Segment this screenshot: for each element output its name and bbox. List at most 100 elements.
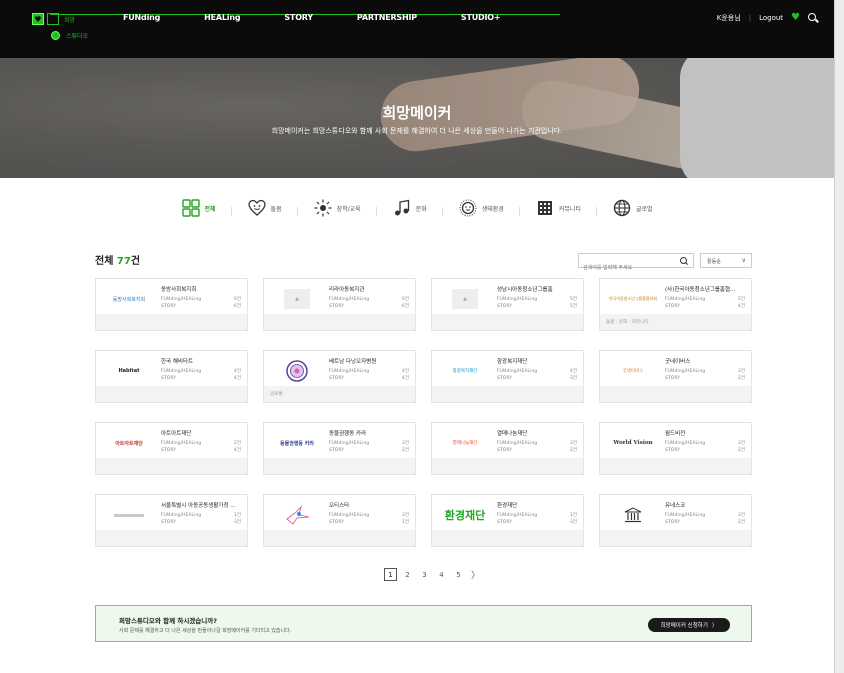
- funding-count: 3건: [737, 441, 745, 446]
- nav-funding[interactable]: FUNding: [123, 13, 160, 22]
- user-name[interactable]: K윤용님: [717, 13, 741, 23]
- page-3[interactable]: 3: [418, 568, 431, 581]
- maker-name: 월드비전: [665, 431, 686, 437]
- story-count: 2건: [401, 448, 409, 453]
- story-count: 2건: [737, 376, 745, 381]
- story-count-row: STORY 2건: [665, 520, 745, 525]
- category-label: 커뮤니티: [558, 205, 581, 213]
- maker-card[interactable]: 동방사회복지회 동방사회복지회 FUNding/HEALing 6건 STORY 6건: [95, 278, 248, 331]
- search-box: [578, 253, 694, 275]
- nav-partnership[interactable]: PARTNERSHIP: [357, 13, 417, 22]
- apply-maker-button[interactable]: 희망메이커 신청하기 〉: [648, 618, 730, 632]
- maker-card[interactable]: 굿네이버스 굿네이버스 FUNding/HEALing 3건 STORY 2건: [599, 350, 752, 403]
- maker-card[interactable]: 서울특별시 아동공동생활가정 ... FUNding/HEALing 1건 STORY…: [95, 494, 248, 547]
- maker-tags: 돌봄 · 문화 · 커뮤니티: [600, 314, 751, 330]
- nav-studio-plus[interactable]: STUDIO+: [461, 13, 501, 22]
- maker-logo-text: 굿네이버스: [622, 369, 644, 374]
- search-icon[interactable]: [680, 257, 688, 265]
- maker-card[interactable]: 동물권행동 카라 동물권행동 카라 FUNding/HEALing 3건 STORY 2건: [263, 422, 416, 475]
- maker-logo-text: 항광복지재단: [452, 369, 478, 374]
- hospital-seal-icon: [286, 360, 308, 382]
- maker-logo: 환경재단: [438, 501, 492, 529]
- maker-logo-text: 한국아동청소년그룹홈협의회: [609, 296, 657, 301]
- globe-icon: [613, 199, 631, 217]
- maker-card[interactable]: 유네스코 FUNding/HEALing 3건 STORY 2건: [599, 494, 752, 547]
- maker-logo: World Vision: [606, 429, 660, 457]
- maker-tags: 글로벌: [264, 386, 415, 402]
- logo-heart-box: ♥: [32, 13, 44, 25]
- nav-story[interactable]: STORY: [284, 13, 313, 22]
- maker-tags: [600, 530, 751, 546]
- maker-card[interactable]: ▲ 리라아동복지관 FUNding/HEALing 6건 STORY 6건: [263, 278, 416, 331]
- funding-count-row: FUNding/HEALing 6건: [329, 297, 409, 302]
- maker-card[interactable]: 베트남 다낭오자병원 FUNding/HEALing 4건 STORY 4건 글로벌: [263, 350, 416, 403]
- maker-card[interactable]: Habitat 한국 해비타트 FUNding/HEALing 4건 STORY 4건: [95, 350, 248, 403]
- search-icon[interactable]: [808, 12, 818, 23]
- page: ♥ 희망 스튜디오 FUNding HEALing STORY PARTNERS…: [0, 0, 834, 673]
- story-count-row: STORY 4건: [161, 448, 241, 453]
- maker-tags: [96, 458, 247, 474]
- window-scrollbar[interactable]: [834, 0, 844, 673]
- maker-name: 열매나눔재단: [497, 431, 528, 437]
- maker-card[interactable]: World Vision 월드비전 FUNding/HEALing 3건 STORY 2건: [599, 422, 752, 475]
- page-4[interactable]: 4: [435, 568, 448, 581]
- funding-count: 3건: [401, 513, 409, 518]
- category-education[interactable]: 장학/교육: [296, 199, 377, 217]
- maker-name: 한국 해비타트: [161, 359, 194, 365]
- maker-card[interactable]: 열매나눔재단 열매나눔재단 FUNding/HEALing 3건 STORY 2건: [431, 422, 584, 475]
- maker-card[interactable]: 아트아트재단 아트아트재단 FUNding/HEALing 2건 STORY 4건: [95, 422, 248, 475]
- category-culture[interactable]: 문화: [375, 199, 443, 217]
- funding-count: 1건: [569, 513, 577, 518]
- maker-logo: 아트아트재단: [102, 429, 156, 457]
- sun-icon: [314, 199, 332, 217]
- funding-count: 4건: [401, 369, 409, 374]
- maker-name: 아트아트재단: [161, 431, 192, 437]
- maker-card[interactable]: 환경재단 환경재단 FUNding/HEALing 1건 STORY 3건: [431, 494, 584, 547]
- maker-name: 환경재단: [497, 503, 518, 509]
- category-community[interactable]: 커뮤니티: [518, 199, 597, 217]
- category-global[interactable]: 글로벌: [595, 199, 669, 217]
- star-figure-icon: [286, 505, 310, 525]
- maker-card[interactable]: ▲ 성남시아동청소년그룹홈 FUNding/HEALing 5건 STORY 5건: [431, 278, 584, 331]
- maker-tags: [432, 458, 583, 474]
- image-placeholder-icon: ▲: [284, 289, 310, 309]
- image-placeholder-icon: ▲: [452, 289, 478, 309]
- building-icon: [537, 201, 552, 215]
- maker-card[interactable]: 오티스타 FUNding/HEALing 3건 STORY 1건: [263, 494, 416, 547]
- maker-tags: [264, 314, 415, 330]
- page-1[interactable]: 1: [384, 568, 397, 581]
- page-2[interactable]: 2: [401, 568, 414, 581]
- logo-dot: [51, 30, 60, 40]
- maker-name: 동방사회복지회: [161, 287, 197, 293]
- sort-select[interactable]: 활동순 ∨: [700, 253, 752, 268]
- category-care[interactable]: 돌봄: [230, 199, 298, 217]
- hero-banner: 희망메이커 희망메이커는 희망스튜디오와 함께 사회 문제를 해결하여 더 나은…: [0, 58, 834, 178]
- page-5[interactable]: 5: [452, 568, 465, 581]
- funding-count-row: FUNding/HEALing 3건: [665, 441, 745, 446]
- maker-tags: [432, 314, 583, 330]
- chevron-right-icon: 〉: [711, 623, 718, 629]
- next-page-icon[interactable]: 〉: [471, 568, 480, 581]
- nav-healing[interactable]: HEALing: [204, 13, 240, 22]
- story-count-row: STORY 4건: [329, 376, 409, 381]
- maker-logo-text: 열매나눔재단: [452, 441, 478, 446]
- story-count-row: STORY 1건: [329, 520, 409, 525]
- maker-logo: 항광복지재단: [438, 357, 492, 385]
- category-environment[interactable]: 생태환경: [441, 199, 520, 217]
- search-input[interactable]: [579, 261, 675, 275]
- maker-logo-text: 아트아트재단: [115, 440, 143, 447]
- maker-card[interactable]: 항광복지재단 항광복지재단 FUNding/HEALing 4건 STORY 3건: [431, 350, 584, 403]
- funding-count: 4건: [569, 369, 577, 374]
- maker-logo: ▲: [270, 285, 324, 313]
- site-logo[interactable]: ♥ 희망 스튜디오: [32, 12, 88, 42]
- heart-icon[interactable]: ♥: [791, 12, 800, 23]
- category-all[interactable]: 전체: [166, 199, 232, 217]
- chevron-down-icon: ∨: [741, 257, 746, 264]
- maker-tags: [264, 530, 415, 546]
- story-count-row: STORY 6건: [329, 304, 409, 309]
- story-count: 4건: [233, 448, 241, 453]
- funding-count: 4건: [233, 369, 241, 374]
- logout-link[interactable]: Logout: [759, 14, 783, 22]
- maker-card[interactable]: 한국아동청소년그룹홈협의회 (사)한국아동청소년그룹홈협... FUNding/HE…: [599, 278, 752, 331]
- story-count-row: STORY 4건: [161, 376, 241, 381]
